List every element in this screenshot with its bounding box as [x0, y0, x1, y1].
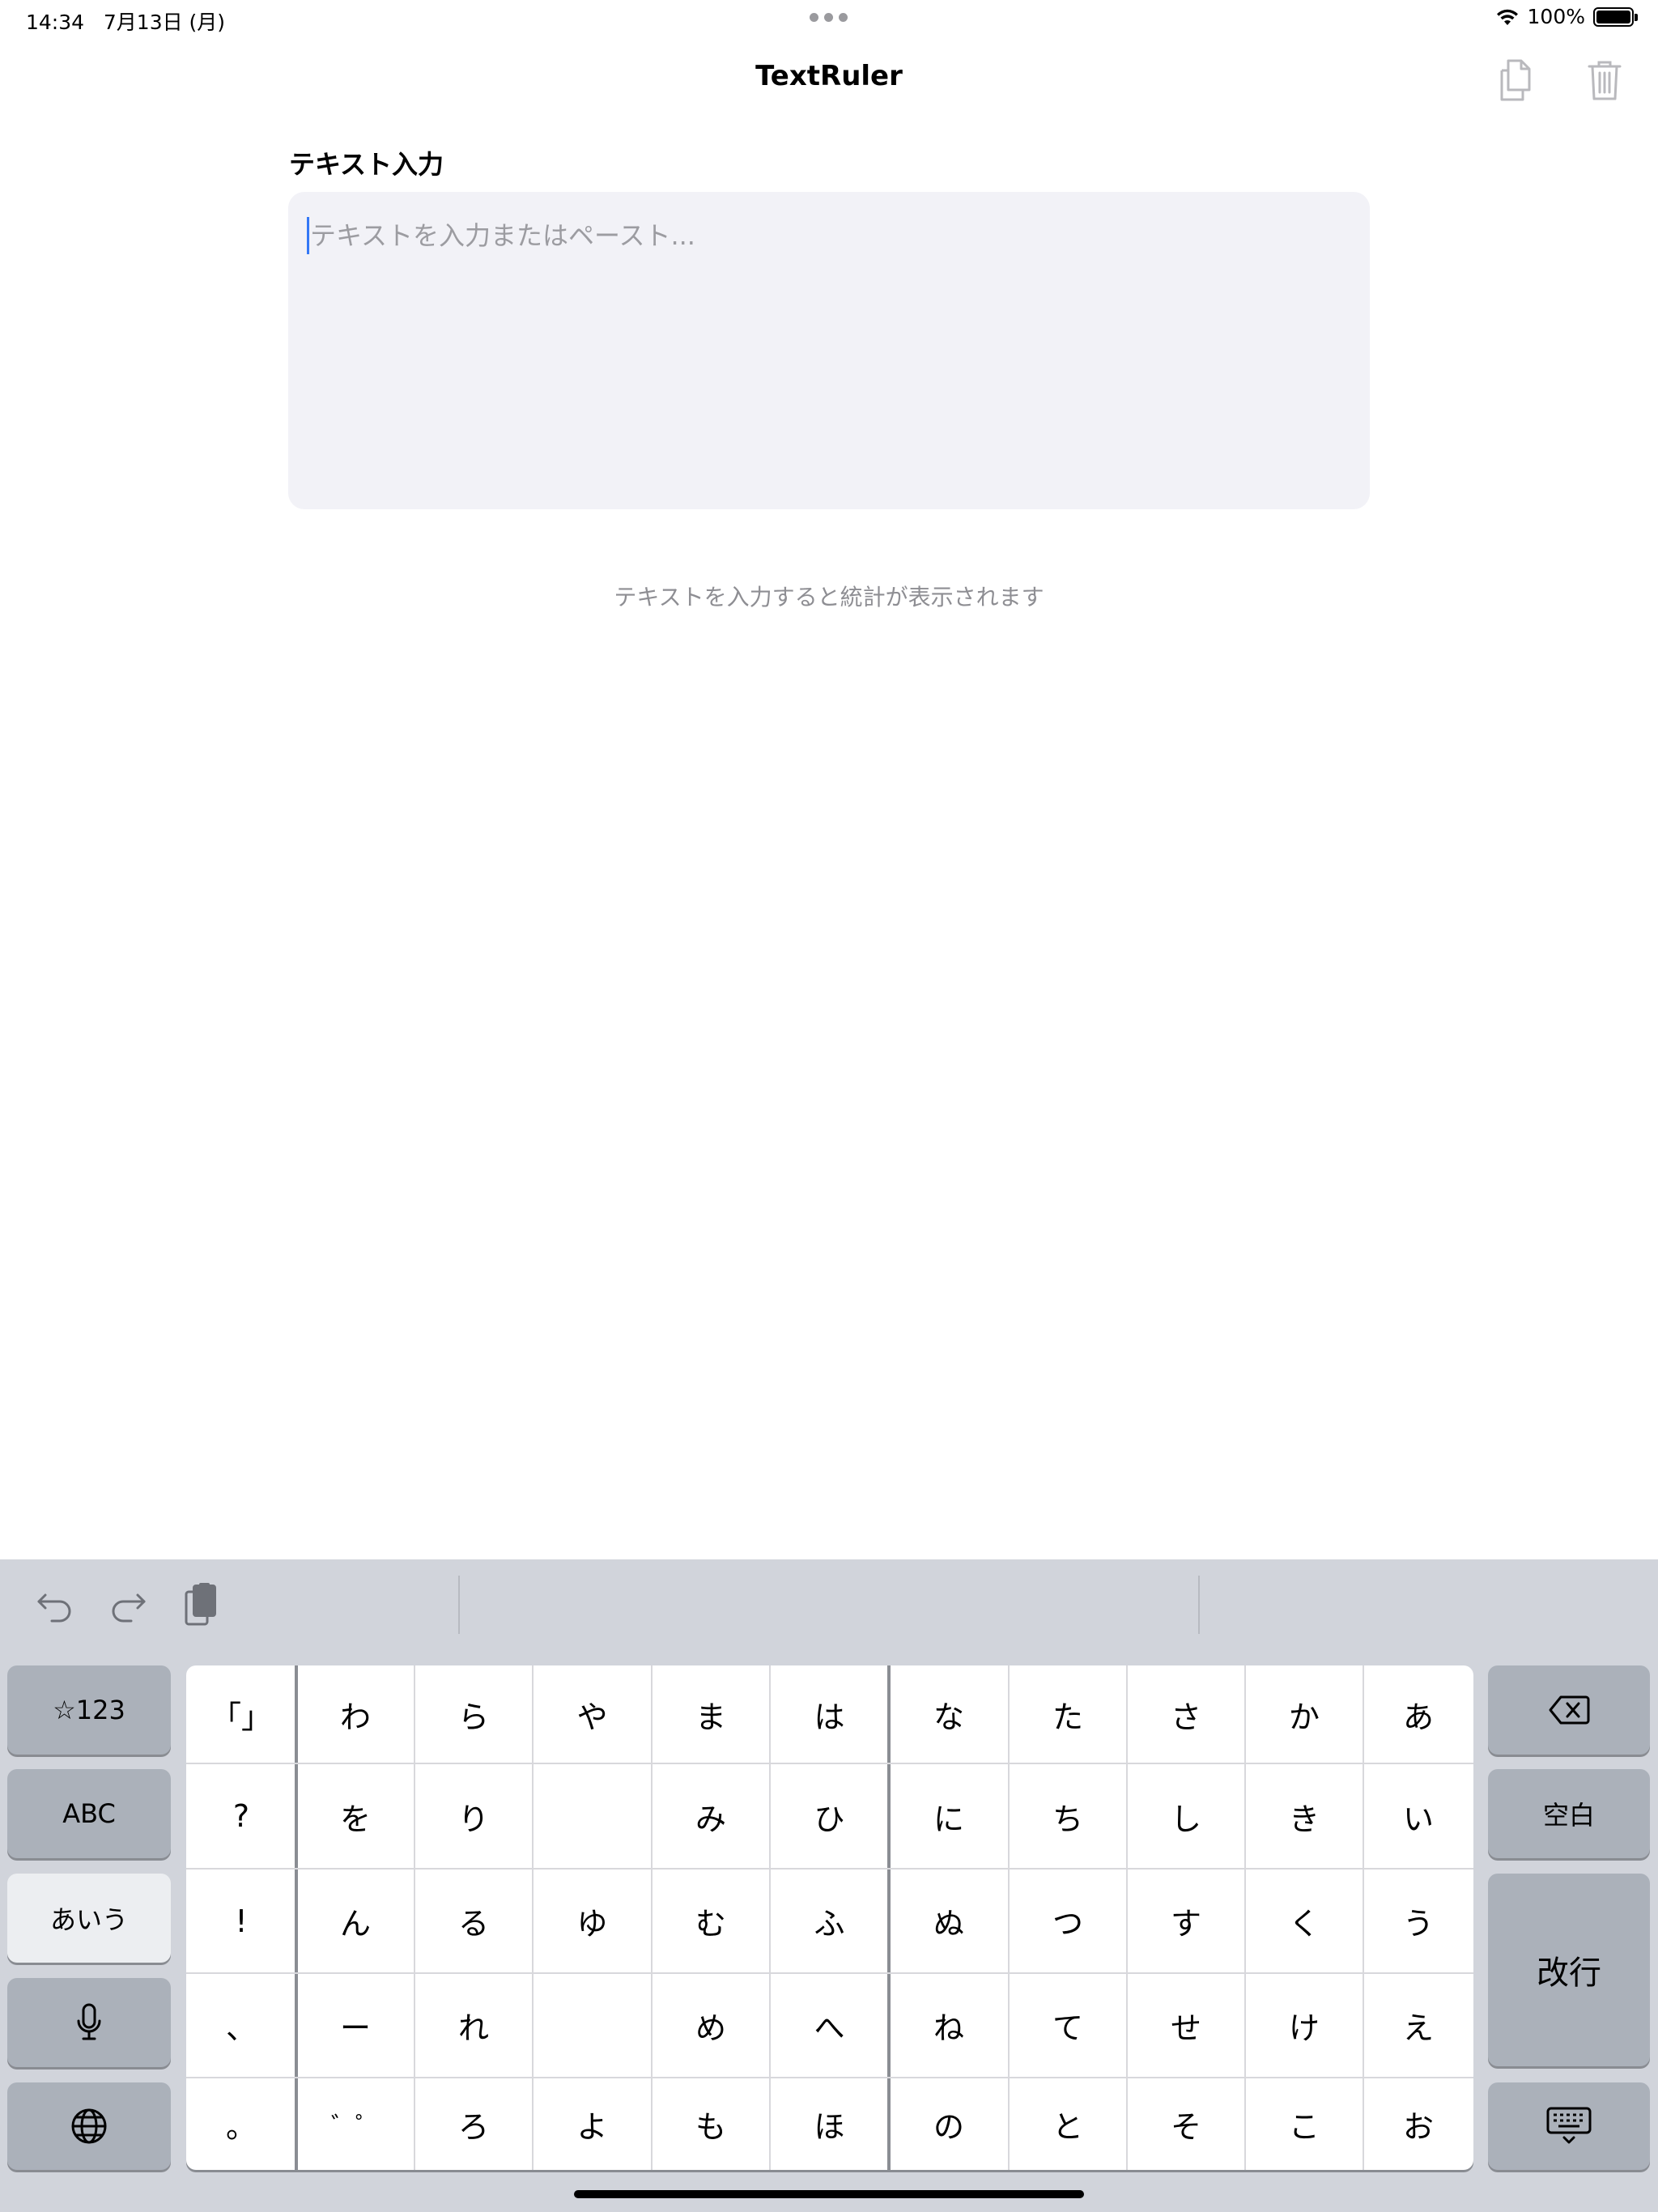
- kana-key[interactable]: し: [1127, 1763, 1245, 1869]
- return-key[interactable]: 改行: [1488, 1874, 1650, 2066]
- kana-key[interactable]: ち: [1009, 1763, 1127, 1869]
- kana-key[interactable]: め: [652, 1973, 770, 2078]
- kana-key[interactable]: も: [652, 2078, 770, 2170]
- delete-icon: [1549, 1695, 1590, 1725]
- kana-key[interactable]: く: [1245, 1869, 1363, 1973]
- kana-key[interactable]: る: [414, 1869, 533, 1973]
- kana-key[interactable]: け: [1245, 1973, 1363, 2078]
- kana-key[interactable]: ー: [296, 1973, 414, 2078]
- kana-key[interactable]: ら: [414, 1665, 533, 1763]
- kana-key[interactable]: ゛゜: [296, 2078, 414, 2170]
- kana-key[interactable]: 「」: [186, 1665, 296, 1763]
- kana-key[interactable]: え: [1363, 1973, 1473, 2078]
- kana-key[interactable]: あ: [1363, 1665, 1473, 1763]
- kana-key[interactable]: ぬ: [889, 1869, 1009, 1973]
- kana-key[interactable]: て: [1009, 1973, 1127, 2078]
- status-time-date: 14:34 7月13日 (月): [26, 6, 225, 36]
- kana-key[interactable]: と: [1009, 2078, 1127, 2170]
- kana-key[interactable]: ん: [296, 1869, 414, 1973]
- globe-icon: [71, 2108, 107, 2144]
- trash-icon: [1588, 61, 1622, 100]
- kana-key[interactable]: ?: [186, 1763, 296, 1869]
- status-date: 7月13日 (月): [103, 11, 226, 34]
- kana-key[interactable]: す: [1127, 1869, 1245, 1973]
- kana-key[interactable]: や: [533, 1665, 652, 1763]
- kana-key[interactable]: な: [889, 1665, 1009, 1763]
- paste-button[interactable]: [176, 1579, 225, 1631]
- undo-button[interactable]: [31, 1579, 79, 1631]
- text-input-placeholder[interactable]: テキストを入力またはペースト...: [310, 215, 695, 253]
- kana-key[interactable]: ひ: [770, 1763, 889, 1869]
- kana-key[interactable]: 、: [186, 1973, 296, 2078]
- kana-key[interactable]: へ: [770, 1973, 889, 2078]
- hide-keyboard-key[interactable]: [1488, 2082, 1650, 2170]
- numbers-mode-key[interactable]: ☆123: [7, 1665, 171, 1755]
- kana-key[interactable]: か: [1245, 1665, 1363, 1763]
- globe-key[interactable]: [7, 2082, 171, 2170]
- abc-mode-key[interactable]: ABC: [7, 1769, 171, 1858]
- dictation-key[interactable]: [7, 1978, 171, 2067]
- battery-percent: 100%: [1527, 5, 1585, 28]
- space-key[interactable]: 空白: [1488, 1769, 1650, 1858]
- kana-key[interactable]: !: [186, 1869, 296, 1973]
- kana-key[interactable]: り: [414, 1763, 533, 1869]
- kana-key[interactable]: の: [889, 2078, 1009, 2170]
- status-indicators: 100%: [1495, 5, 1638, 28]
- kana-key[interactable]: わ: [296, 1665, 414, 1763]
- kana-key[interactable]: み: [652, 1763, 770, 1869]
- kana-key[interactable]: お: [1363, 2078, 1473, 2170]
- kana-key[interactable]: を: [296, 1763, 414, 1869]
- kana-key[interactable]: き: [1245, 1763, 1363, 1869]
- kana-key[interactable]: 。: [186, 2078, 296, 2170]
- kana-key[interactable]: ま: [652, 1665, 770, 1763]
- wifi-icon: [1496, 9, 1518, 25]
- toolbar-divider: [1198, 1576, 1200, 1634]
- kana-key[interactable]: ふ: [770, 1869, 889, 1973]
- section-title: テキスト入力: [289, 149, 444, 180]
- kana-key-empty: [533, 1973, 652, 2078]
- kana-key[interactable]: れ: [414, 1973, 533, 2078]
- kana-key[interactable]: せ: [1127, 1973, 1245, 2078]
- copy-icon: [1500, 59, 1531, 101]
- kana-key[interactable]: よ: [533, 2078, 652, 2170]
- microphone-icon: [77, 2003, 101, 2040]
- clipboard-icon: [185, 1583, 216, 1626]
- kana-key[interactable]: こ: [1245, 2078, 1363, 2170]
- kana-key[interactable]: ゆ: [533, 1869, 652, 1973]
- kana-key[interactable]: た: [1009, 1665, 1127, 1763]
- kana-mode-key[interactable]: あいう: [7, 1874, 171, 1963]
- kana-key[interactable]: い: [1363, 1763, 1473, 1869]
- redo-button[interactable]: [104, 1579, 152, 1631]
- toolbar-divider: [458, 1576, 460, 1634]
- keyboard-dismiss-icon: [1546, 2107, 1592, 2144]
- kana-key[interactable]: ね: [889, 1973, 1009, 2078]
- kana-key[interactable]: に: [889, 1763, 1009, 1869]
- stats-hint: テキストを入力すると統計が表示されます: [614, 584, 1044, 610]
- delete-all-button[interactable]: [1580, 53, 1629, 107]
- status-time: 14:34: [26, 11, 85, 34]
- undo-icon: [37, 1593, 71, 1623]
- kana-key-empty: [533, 1763, 652, 1869]
- kana-key[interactable]: ろ: [414, 2078, 533, 2170]
- kana-key[interactable]: さ: [1127, 1665, 1245, 1763]
- battery-icon: [1593, 6, 1638, 27]
- multitasking-dots[interactable]: [810, 13, 848, 22]
- kana-key[interactable]: ほ: [770, 2078, 889, 2170]
- kana-key[interactable]: つ: [1009, 1869, 1127, 1973]
- delete-key[interactable]: [1488, 1665, 1650, 1755]
- copy-button[interactable]: [1492, 53, 1541, 107]
- app-title: TextRuler: [755, 60, 903, 92]
- kana-key[interactable]: む: [652, 1869, 770, 1973]
- home-indicator[interactable]: [574, 2190, 1084, 2198]
- kana-key[interactable]: う: [1363, 1869, 1473, 1973]
- redo-icon: [112, 1593, 146, 1623]
- kana-key[interactable]: そ: [1127, 2078, 1245, 2170]
- text-cursor: [307, 217, 309, 254]
- kana-key[interactable]: は: [770, 1665, 889, 1763]
